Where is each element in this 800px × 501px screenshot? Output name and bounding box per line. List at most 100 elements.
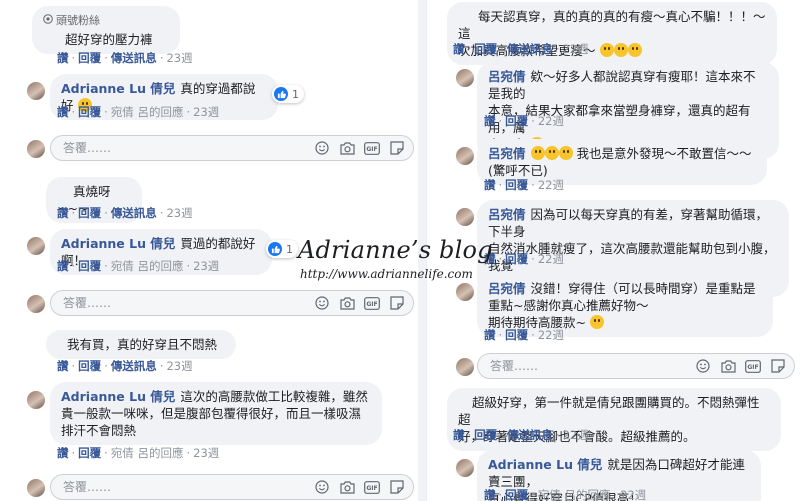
comment-actions: 讚 · 回覆 · 傳送訊息 · 22週 <box>453 428 589 442</box>
avatar[interactable] <box>455 458 475 478</box>
reply-input[interactable]: 答覆…… GIF <box>50 290 414 316</box>
comment-author[interactable]: 呂宛倩 <box>488 207 526 222</box>
timestamp[interactable]: 22週 <box>620 488 646 501</box>
gif-icon[interactable]: GIF <box>364 140 380 156</box>
reply-link[interactable]: 回覆 <box>78 446 101 460</box>
timestamp[interactable]: 23週 <box>193 105 219 119</box>
reply-input[interactable]: 答覆…… GIF <box>50 474 414 500</box>
like-link[interactable]: 讚 <box>484 178 496 192</box>
comment-author[interactable]: 呂宛倩 <box>488 146 526 161</box>
camera-icon[interactable] <box>339 479 355 495</box>
seen-by-text: 宛倩 呂的回應 <box>537 488 611 501</box>
reply-link[interactable]: 回覆 <box>78 259 101 273</box>
sticker-icon[interactable] <box>389 479 405 495</box>
like-link[interactable]: 讚 <box>484 488 496 501</box>
emoji-picker-icon[interactable] <box>314 140 330 156</box>
comment-author[interactable]: 呂宛倩 <box>488 69 526 84</box>
message-link[interactable]: 傳送訊息 <box>111 206 157 220</box>
avatar[interactable] <box>26 390 46 410</box>
comment-author[interactable]: Adrianne Lu 倩兒 <box>61 236 175 251</box>
avatar[interactable] <box>455 282 475 302</box>
reply-link[interactable]: 回覆 <box>78 206 101 220</box>
sticker-icon[interactable] <box>770 358 786 374</box>
reply-link[interactable]: 回覆 <box>505 252 528 266</box>
like-link[interactable]: 讚 <box>57 359 69 373</box>
comment-actions: 讚 · 回覆 · 22週 <box>484 252 564 266</box>
reply-link[interactable]: 回覆 <box>474 42 497 56</box>
emoji-picker-icon[interactable] <box>314 479 330 495</box>
reply-link[interactable]: 回覆 <box>505 114 528 128</box>
gif-icon[interactable]: GIF <box>745 358 761 374</box>
timestamp[interactable]: 22週 <box>562 428 588 442</box>
reply-link[interactable]: 回覆 <box>505 178 528 192</box>
emoji-icon <box>544 146 559 160</box>
top-fan-badge: 頭號粉絲 <box>43 12 169 29</box>
comment-actions: 讚 · 回覆 · 22週 <box>484 328 564 342</box>
avatar[interactable] <box>455 146 475 166</box>
reply-link[interactable]: 回覆 <box>78 51 101 65</box>
timestamp[interactable]: 23週 <box>166 206 192 220</box>
timestamp[interactable]: 23週 <box>193 259 219 273</box>
reply-link[interactable]: 回覆 <box>474 428 497 442</box>
svg-text:GIF: GIF <box>366 146 377 153</box>
comment-author[interactable]: Adrianne Lu 倩兒 <box>61 389 175 404</box>
comment-actions: 讚 · 回覆 · 22週 <box>484 178 564 192</box>
camera-icon[interactable] <box>339 140 355 156</box>
like-link[interactable]: 讚 <box>484 252 496 266</box>
comment-author[interactable]: 呂宛倩 <box>488 281 526 296</box>
avatar[interactable] <box>455 68 475 88</box>
message-link[interactable]: 傳送訊息 <box>507 428 553 442</box>
reply-link[interactable]: 回覆 <box>78 359 101 373</box>
timestamp[interactable]: 23週 <box>166 359 192 373</box>
avatar[interactable] <box>455 207 475 227</box>
reply-link[interactable]: 回覆 <box>78 105 101 119</box>
comment-text: 超好穿的壓力褲 <box>65 32 153 47</box>
timestamp[interactable]: 22週 <box>538 328 564 342</box>
sticker-icon[interactable] <box>389 140 405 156</box>
reply-input[interactable]: 答覆…… GIF <box>50 135 414 161</box>
like-link[interactable]: 讚 <box>57 259 69 273</box>
reply-placeholder: 答覆…… <box>63 141 112 155</box>
emoji-icon <box>558 146 573 160</box>
emoji-picker-icon[interactable] <box>314 295 330 311</box>
emoji-picker-icon[interactable] <box>695 358 711 374</box>
camera-icon[interactable] <box>720 358 736 374</box>
like-link[interactable]: 讚 <box>453 428 465 442</box>
reaction-summary[interactable]: 1 <box>272 85 304 103</box>
timestamp[interactable]: 23週 <box>166 51 192 65</box>
like-link[interactable]: 讚 <box>57 51 69 65</box>
emoji-icon <box>599 43 614 57</box>
star-badge-icon <box>43 14 53 24</box>
avatar[interactable] <box>26 236 46 256</box>
avatar <box>26 139 46 159</box>
message-link[interactable]: 傳送訊息 <box>111 51 157 65</box>
message-link[interactable]: 傳送訊息 <box>111 359 157 373</box>
like-icon <box>271 245 280 253</box>
comment-actions: 讚 · 回覆 · 傳送訊息 · 23週 <box>57 206 193 220</box>
like-link[interactable]: 讚 <box>57 206 69 220</box>
reply-input[interactable]: 答覆…… GIF <box>477 353 795 379</box>
timestamp[interactable]: 22週 <box>538 252 564 266</box>
like-link[interactable]: 讚 <box>57 446 69 460</box>
timestamp[interactable]: 23週 <box>193 446 219 460</box>
comment-author[interactable]: Adrianne Lu 倩兒 <box>61 81 175 96</box>
avatar <box>26 294 46 314</box>
avatar[interactable] <box>26 81 46 101</box>
reply-link[interactable]: 回覆 <box>505 328 528 342</box>
like-link[interactable]: 讚 <box>453 42 465 56</box>
reply-link[interactable]: 回覆 <box>505 488 528 501</box>
gif-icon[interactable]: GIF <box>364 295 380 311</box>
gif-icon[interactable]: GIF <box>364 479 380 495</box>
like-link[interactable]: 讚 <box>484 328 496 342</box>
timestamp[interactable]: 22週 <box>538 178 564 192</box>
avatar <box>455 357 475 377</box>
like-link[interactable]: 讚 <box>57 105 69 119</box>
reaction-summary[interactable]: 1 <box>266 240 298 258</box>
comment-author[interactable]: Adrianne Lu 倩兒 <box>488 457 602 472</box>
like-link[interactable]: 讚 <box>484 114 496 128</box>
sticker-icon[interactable] <box>389 295 405 311</box>
camera-icon[interactable] <box>339 295 355 311</box>
message-link[interactable]: 傳送訊息 <box>507 42 553 56</box>
timestamp[interactable]: 22週 <box>562 42 588 56</box>
timestamp[interactable]: 22週 <box>538 114 564 128</box>
